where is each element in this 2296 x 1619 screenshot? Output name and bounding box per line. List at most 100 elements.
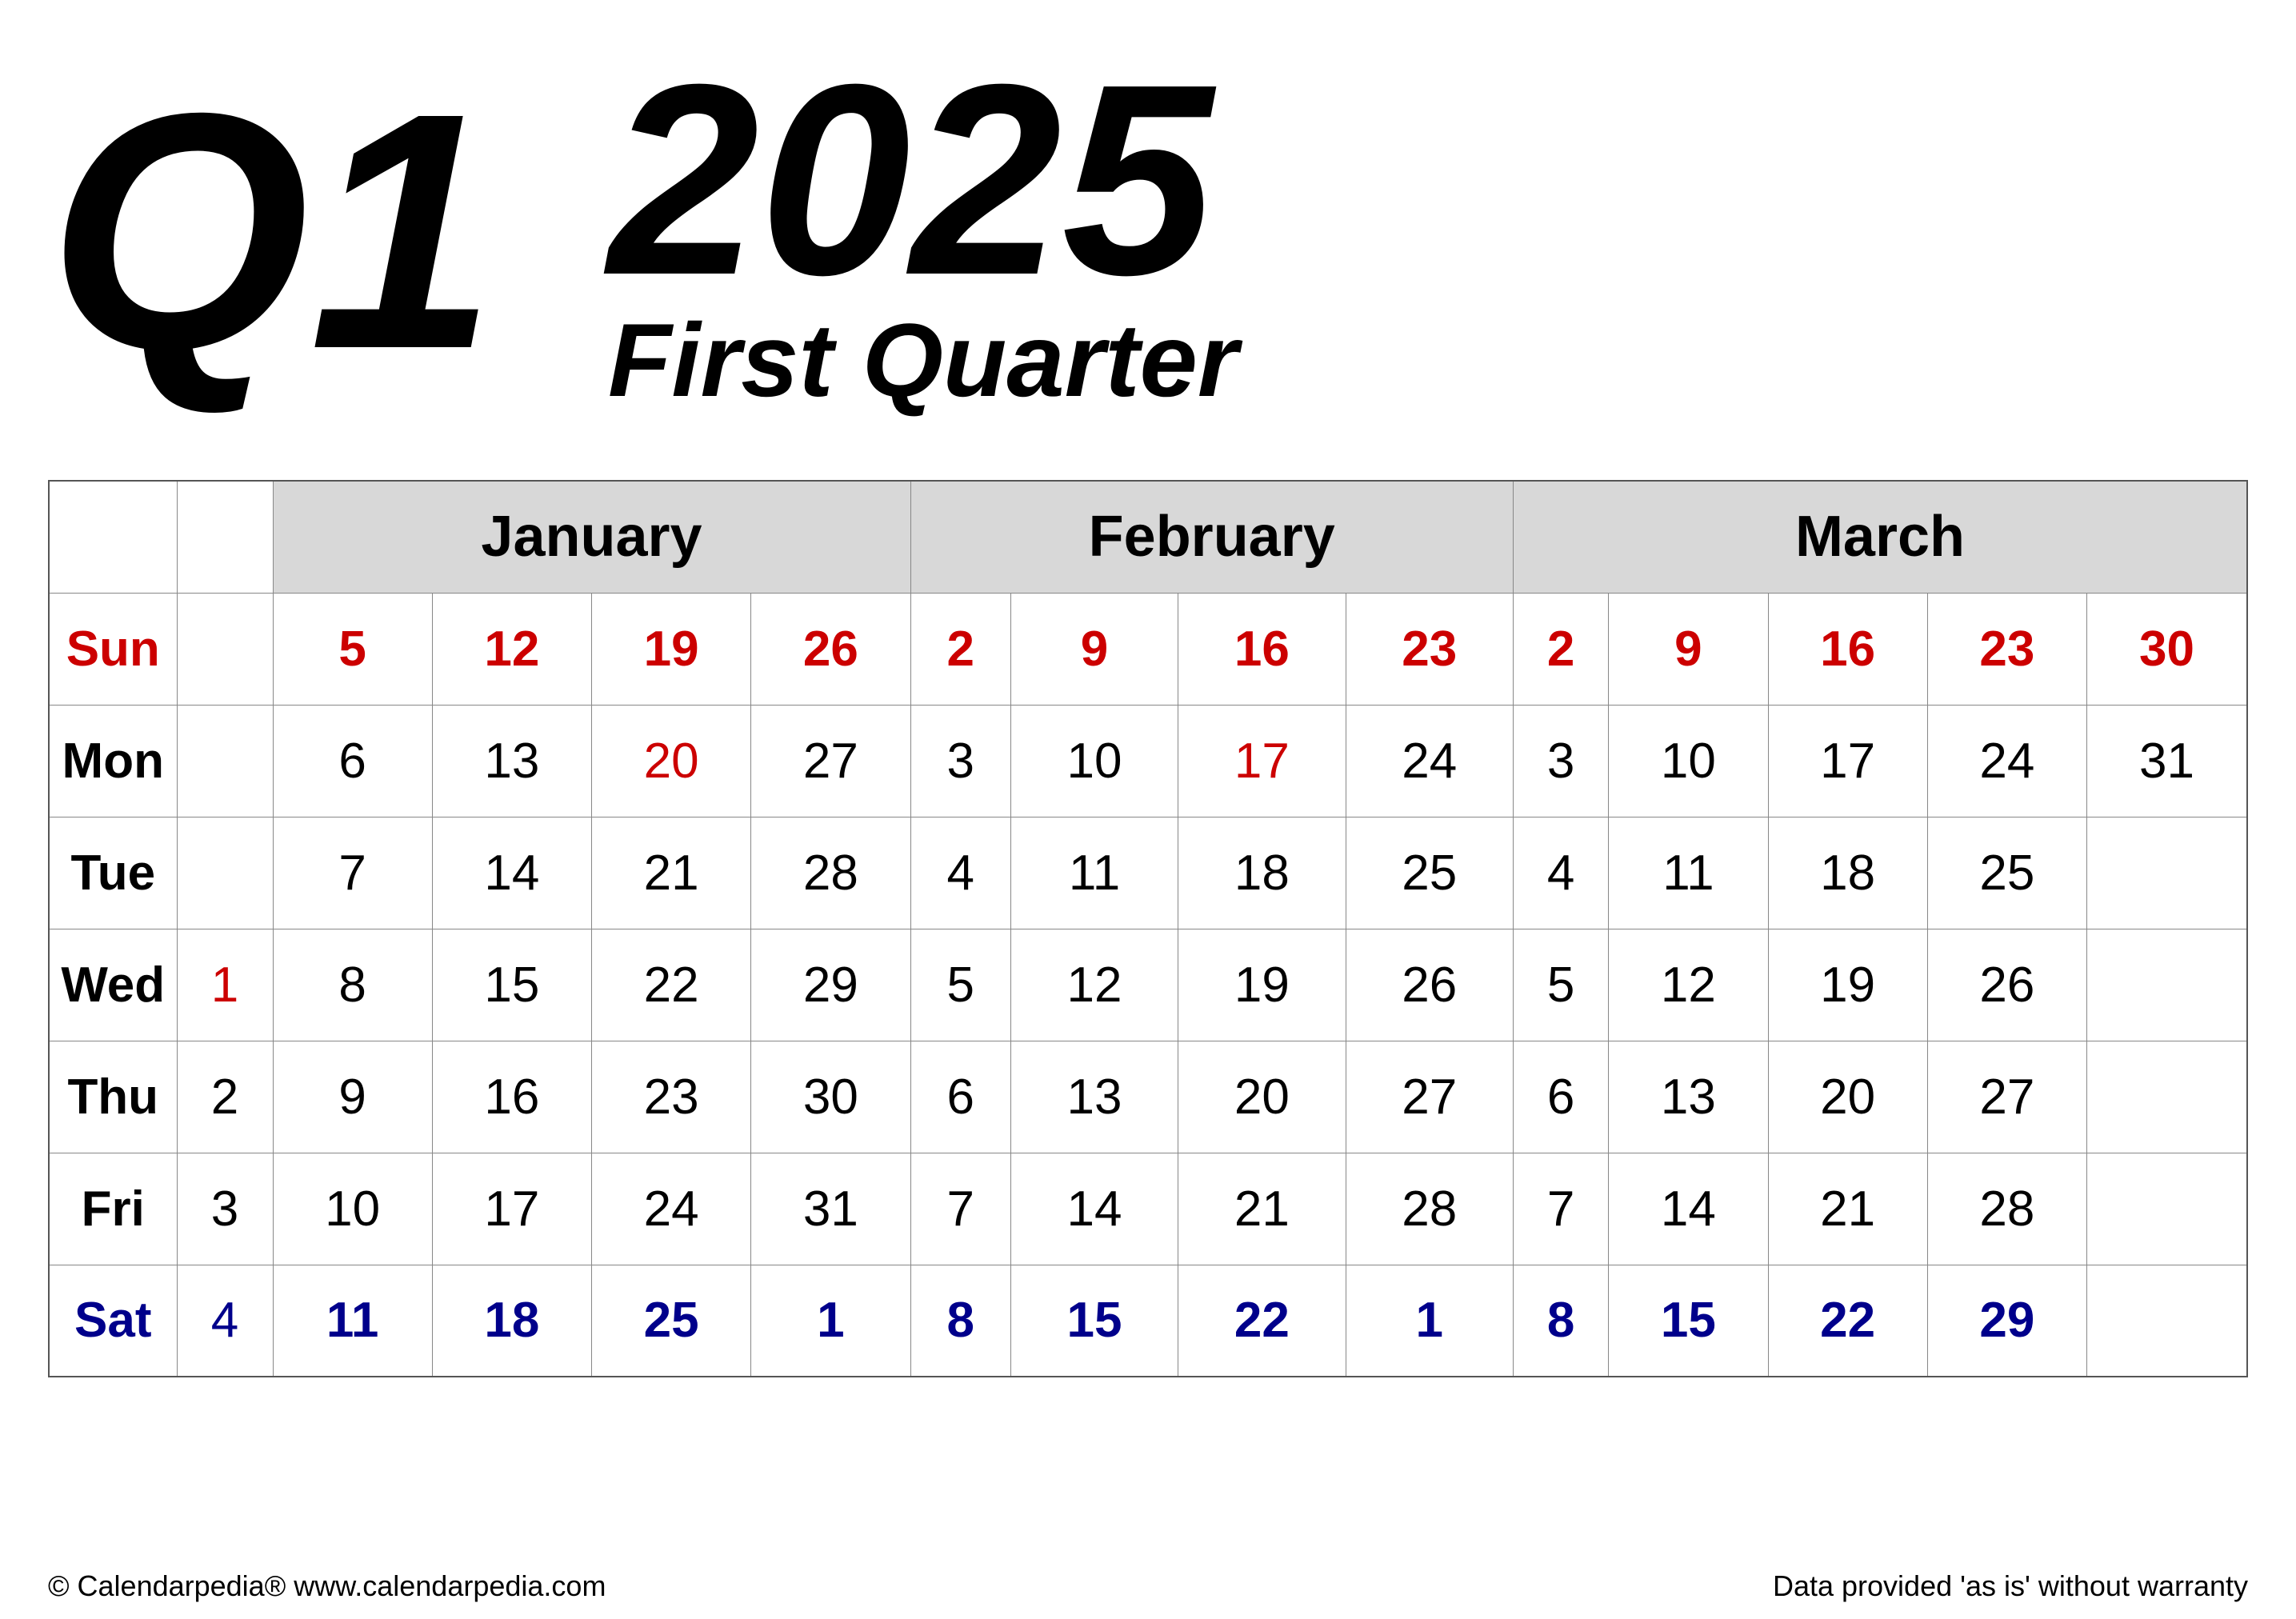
day-label-fri: Fri <box>49 1153 177 1265</box>
week-empty <box>177 481 273 593</box>
jan-cell: 19 <box>592 593 751 705</box>
day-label-thu: Thu <box>49 1041 177 1153</box>
jan-cell: 21 <box>592 817 751 929</box>
mar-cell: 31 <box>2087 705 2247 817</box>
mar-cell: 8 <box>1513 1265 1608 1377</box>
jan-cell: 18 <box>432 1265 591 1377</box>
footer-right: Data provided 'as is' without warranty <box>1773 1569 2248 1603</box>
jan-cell: 22 <box>592 929 751 1041</box>
mar-cell: 30 <box>2087 593 2247 705</box>
week-num-mon <box>177 705 273 817</box>
feb-cell: 24 <box>1346 705 1513 817</box>
feb-cell: 27 <box>1346 1041 1513 1153</box>
feb-cell: 6 <box>910 1041 1010 1153</box>
mar-cell: 19 <box>1768 929 1927 1041</box>
mar-cell: 29 <box>1927 1265 2086 1377</box>
quarter-title: First Quarter <box>608 300 1238 420</box>
feb-cell: 12 <box>1010 929 1178 1041</box>
jan-cell: 28 <box>751 817 910 929</box>
feb-cell: 4 <box>910 817 1010 929</box>
jan-cell: 25 <box>592 1265 751 1377</box>
feb-cell: 18 <box>1178 817 1346 929</box>
jan-cell: 12 <box>432 593 591 705</box>
feb-cell: 23 <box>1346 593 1513 705</box>
jan-cell: 20 <box>592 705 751 817</box>
mar-cell <box>2087 1265 2247 1377</box>
feb-cell: 26 <box>1346 929 1513 1041</box>
header: Q1 2025 First Quarter <box>0 0 2296 448</box>
mar-cell: 3 <box>1513 705 1608 817</box>
week-num-fri: 3 <box>177 1153 273 1265</box>
mar-cell: 13 <box>1609 1041 1768 1153</box>
mar-cell: 25 <box>1927 817 2086 929</box>
mar-cell <box>2087 1153 2247 1265</box>
feb-cell: 7 <box>910 1153 1010 1265</box>
mar-cell: 28 <box>1927 1153 2086 1265</box>
day-label-tue: Tue <box>49 817 177 929</box>
calendar-table: January February March Sun51219262916232… <box>48 480 2248 1377</box>
mar-cell: 5 <box>1513 929 1608 1041</box>
calendar-row-thu: Thu2916233061320276132027 <box>49 1041 2247 1153</box>
mar-cell: 12 <box>1609 929 1768 1041</box>
week-num-sat: 4 <box>177 1265 273 1377</box>
mar-cell: 7 <box>1513 1153 1608 1265</box>
feb-cell: 19 <box>1178 929 1346 1041</box>
day-label-mon: Mon <box>49 705 177 817</box>
mar-cell <box>2087 1041 2247 1153</box>
header-right: 2025 First Quarter <box>608 44 1238 420</box>
calendar-row-mon: Mon61320273101724310172431 <box>49 705 2247 817</box>
mar-cell: 18 <box>1768 817 1927 929</box>
feb-cell: 14 <box>1010 1153 1178 1265</box>
jan-cell: 23 <box>592 1041 751 1153</box>
mar-cell: 21 <box>1768 1153 1927 1265</box>
mar-cell: 17 <box>1768 705 1927 817</box>
footer: © Calendarpedia® www.calendarpedia.com D… <box>48 1569 2248 1603</box>
mar-cell: 20 <box>1768 1041 1927 1153</box>
feb-cell: 16 <box>1178 593 1346 705</box>
mar-cell: 16 <box>1768 593 1927 705</box>
week-num-thu: 2 <box>177 1041 273 1153</box>
mar-cell: 9 <box>1609 593 1768 705</box>
feb-cell: 10 <box>1010 705 1178 817</box>
jan-cell: 7 <box>273 817 432 929</box>
footer-left: © Calendarpedia® www.calendarpedia.com <box>48 1569 606 1603</box>
feb-cell: 22 <box>1178 1265 1346 1377</box>
jan-cell: 27 <box>751 705 910 817</box>
feb-cell: 3 <box>910 705 1010 817</box>
jan-cell: 10 <box>273 1153 432 1265</box>
mar-cell: 23 <box>1927 593 2086 705</box>
mar-cell: 10 <box>1609 705 1768 817</box>
week-num-sun <box>177 593 273 705</box>
feb-cell: 1 <box>1346 1265 1513 1377</box>
week-num-wed: 1 <box>177 929 273 1041</box>
feb-cell: 21 <box>1178 1153 1346 1265</box>
jan-cell: 13 <box>432 705 591 817</box>
feb-cell: 11 <box>1010 817 1178 929</box>
mar-cell: 15 <box>1609 1265 1768 1377</box>
month-header-row: January February March <box>49 481 2247 593</box>
day-label-sat: Sat <box>49 1265 177 1377</box>
jan-cell: 26 <box>751 593 910 705</box>
mar-cell <box>2087 817 2247 929</box>
calendar-body: Sun512192629162329162330Mon6132027310172… <box>49 593 2247 1377</box>
corner-empty <box>49 481 177 593</box>
feb-cell: 28 <box>1346 1153 1513 1265</box>
mar-cell: 22 <box>1768 1265 1927 1377</box>
feb-cell: 5 <box>910 929 1010 1041</box>
jan-cell: 30 <box>751 1041 910 1153</box>
mar-cell: 14 <box>1609 1153 1768 1265</box>
feb-cell: 2 <box>910 593 1010 705</box>
jan-cell: 15 <box>432 929 591 1041</box>
jan-cell: 17 <box>432 1153 591 1265</box>
jan-cell: 5 <box>273 593 432 705</box>
february-header: February <box>910 481 1513 593</box>
day-label-sun: Sun <box>49 593 177 705</box>
calendar-row-sun: Sun512192629162329162330 <box>49 593 2247 705</box>
day-label-wed: Wed <box>49 929 177 1041</box>
jan-cell: 31 <box>751 1153 910 1265</box>
mar-cell: 11 <box>1609 817 1768 929</box>
mar-cell <box>2087 929 2247 1041</box>
march-header: March <box>1513 481 2247 593</box>
feb-cell: 15 <box>1010 1265 1178 1377</box>
jan-cell: 6 <box>273 705 432 817</box>
